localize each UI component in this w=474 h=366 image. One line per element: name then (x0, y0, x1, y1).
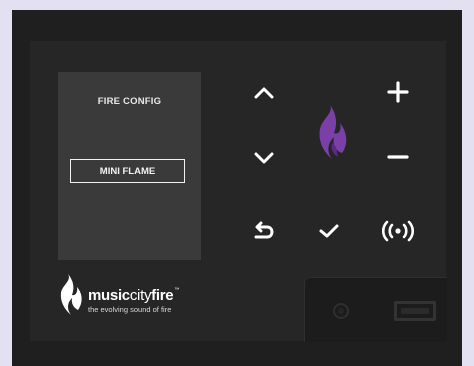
brand-name-part1: music (88, 287, 130, 304)
wireless-button[interactable] (380, 216, 416, 246)
confirm-button[interactable] (314, 216, 344, 246)
brand-name: musiccityfire™ (88, 287, 179, 304)
flame-icon (319, 105, 347, 159)
up-button[interactable] (249, 78, 279, 108)
brand-flame-icon (60, 274, 82, 315)
chevron-down-icon (254, 152, 274, 164)
return-arrow-icon (254, 221, 274, 239)
display-screen: FIRE CONFIG MINI FLAME (58, 72, 201, 260)
selected-option[interactable]: MINI FLAME (70, 159, 185, 183)
round-port (333, 303, 349, 319)
back-button[interactable] (249, 216, 279, 246)
flame-logo (312, 103, 350, 168)
chevron-up-icon (254, 87, 274, 99)
plus-icon (387, 81, 409, 103)
brand-logo: musiccityfire™ the evolving sound of fir… (56, 273, 216, 317)
usb-port (394, 301, 436, 321)
trademark-symbol: ™ (174, 287, 180, 293)
brand-name-part3: fire (151, 287, 174, 304)
minus-icon (387, 155, 409, 159)
down-button[interactable] (249, 143, 279, 173)
screen-title: FIRE CONFIG (97, 96, 162, 107)
minus-button[interactable] (383, 142, 413, 172)
plus-button[interactable] (383, 77, 413, 107)
wireless-broadcast-icon (382, 220, 414, 242)
brand-name-part2: city (129, 287, 152, 304)
checkmark-icon (319, 224, 339, 238)
brand-tagline: the evolving sound of fire (88, 305, 172, 314)
